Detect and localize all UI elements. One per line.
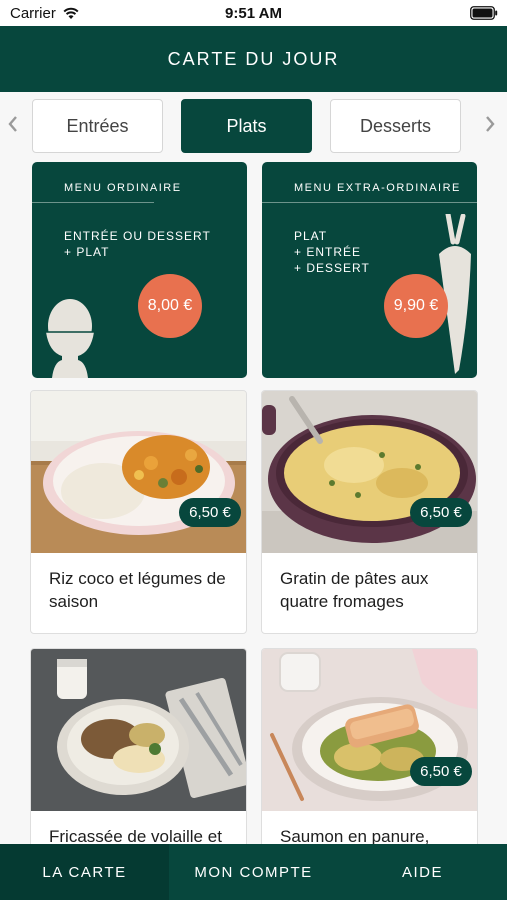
tab-plats[interactable]: Plats <box>181 99 312 153</box>
product-photo <box>31 649 246 811</box>
egg-icon <box>46 299 94 378</box>
product-card[interactable]: 6,50 € Saumon en panure, <box>261 648 478 848</box>
chevron-right-icon[interactable] <box>483 114 497 134</box>
menu-line: + DESSERT <box>294 261 370 275</box>
menu-description: ENTRÉE OU DESSERT + PLAT <box>64 228 211 260</box>
tab-desserts[interactable]: Desserts <box>330 99 461 153</box>
nav-mon-compte[interactable]: MON COMPTE <box>169 844 338 900</box>
menu-line: ENTRÉE OU DESSERT <box>64 229 211 243</box>
menu-title: MENU ORDINAIRE <box>64 182 182 194</box>
menu-line: + ENTRÉE <box>294 245 362 259</box>
menu-description: PLAT + ENTRÉE + DESSERT <box>294 228 370 276</box>
menu-ordinaire-card[interactable]: MENU ORDINAIRE ENTRÉE OU DESSERT + PLAT … <box>32 162 247 378</box>
status-time: 9:51 AM <box>225 5 282 22</box>
menu-extra-ordinaire-card[interactable]: MENU EXTRA-ORDINAIRE PLAT + ENTRÉE + DES… <box>262 162 477 378</box>
price-badge: 6,50 € <box>179 498 241 527</box>
bottom-navigation: LA CARTE MON COMPTE AIDE <box>0 844 507 900</box>
battery-icon <box>470 6 498 20</box>
status-bar: Carrier 9:51 AM <box>0 0 507 26</box>
price-badge: 6,50 € <box>410 757 472 786</box>
divider <box>262 202 477 203</box>
tab-entrees[interactable]: Entrées <box>32 99 163 153</box>
price-badge: 6,50 € <box>410 498 472 527</box>
category-tabs: Entrées Plats Desserts <box>0 92 507 158</box>
menu-price: 8,00 € <box>138 274 202 338</box>
product-photo <box>262 649 477 811</box>
product-name: Gratin de pâtes aux quatre fromages <box>280 569 429 611</box>
product-card[interactable]: 6,50 € Riz coco et légumes de saison <box>30 390 247 634</box>
menu-line: PLAT <box>294 229 328 243</box>
chevron-left-icon[interactable] <box>6 114 20 134</box>
menu-line: + PLAT <box>64 245 110 259</box>
page-title: CARTE DU JOUR <box>167 48 340 69</box>
divider <box>32 202 154 203</box>
menu-price: 9,90 € <box>384 274 448 338</box>
app-header: CARTE DU JOUR <box>0 26 507 92</box>
product-name: Riz coco et légumes de saison <box>49 569 226 611</box>
nav-aide[interactable]: AIDE <box>338 844 507 900</box>
product-card[interactable]: 6,50 € Gratin de pâtes aux quatre fromag… <box>261 390 478 634</box>
product-card[interactable]: Fricassée de volaille et <box>30 648 247 848</box>
menu-title: MENU EXTRA-ORDINAIRE <box>294 182 461 194</box>
product-photo <box>262 391 477 553</box>
product-photo <box>31 391 246 553</box>
nav-la-carte[interactable]: LA CARTE <box>0 844 169 900</box>
